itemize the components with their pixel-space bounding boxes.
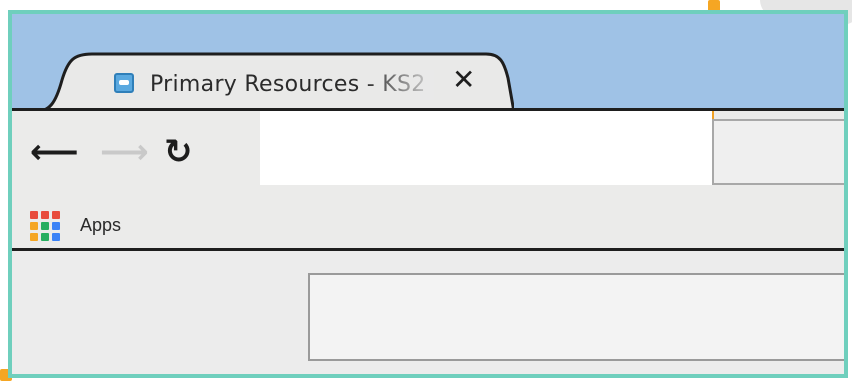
apps-grid-dot — [30, 233, 38, 241]
browser-toolbar: ⟵ ⟶ ↻ Apps — [12, 108, 844, 251]
tab-title-fade — [364, 70, 434, 100]
reload-icon[interactable]: ↻ — [164, 135, 193, 169]
page-content — [12, 248, 844, 374]
apps-grid-dot — [41, 211, 49, 219]
browser-window: Primary Resources - KS2 ✕ ⟵ ⟶ ↻ Apps — [8, 10, 848, 378]
title-bar: Primary Resources - KS2 ✕ — [12, 14, 844, 112]
apps-grid-dot — [30, 222, 38, 230]
apps-grid-dot — [30, 211, 38, 219]
browser-tab[interactable]: Primary Resources - KS2 ✕ — [34, 50, 514, 112]
apps-grid-dot — [52, 233, 60, 241]
school-cap-icon — [114, 73, 134, 93]
apps-grid-dot — [52, 211, 60, 219]
apps-label: Apps — [80, 215, 122, 235]
apps-grid-dot — [52, 222, 60, 230]
apps-grid-dot — [41, 233, 49, 241]
arrow-left-icon[interactable]: ⟵ — [30, 135, 79, 169]
arrow-right-icon[interactable]: ⟶ — [100, 135, 149, 169]
address-bar-extension — [712, 119, 844, 185]
address-bar[interactable] — [260, 111, 712, 185]
apps-grid-dot — [41, 222, 49, 230]
content-input-box[interactable] — [308, 273, 844, 361]
close-icon[interactable]: ✕ — [452, 66, 475, 94]
apps-grid-icon — [30, 211, 60, 241]
